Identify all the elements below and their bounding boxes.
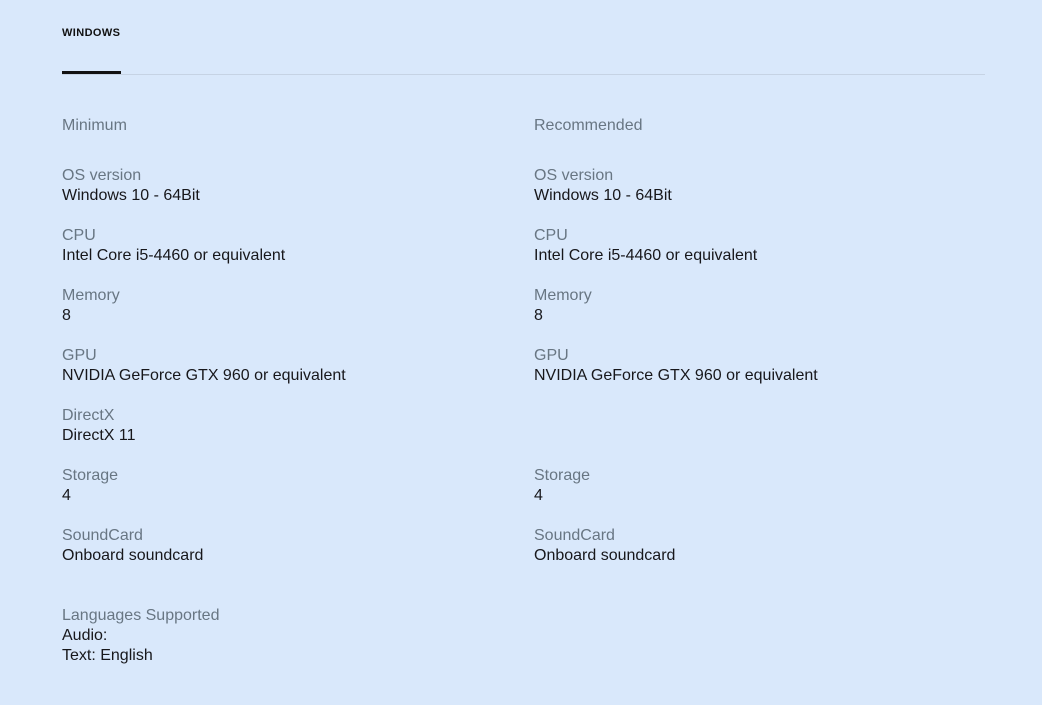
spec-label: OS version bbox=[62, 167, 142, 184]
spec-label: Storage bbox=[534, 467, 591, 484]
spec-label: GPU bbox=[62, 347, 97, 364]
spec-memory: Memory 8 bbox=[62, 286, 482, 346]
spec-value: 8 bbox=[62, 307, 71, 324]
spec-label: Storage bbox=[62, 467, 119, 484]
languages-supported: Languages Supported Audio: Text: English bbox=[62, 606, 462, 666]
spec-value: Onboard soundcard bbox=[62, 547, 204, 564]
spec-label: DirectX bbox=[62, 407, 115, 424]
spec-label: CPU bbox=[62, 227, 96, 244]
spec-os-version: OS version Windows 10 - 64Bit bbox=[534, 166, 954, 226]
spec-value: NVIDIA GeForce GTX 960 or equivalent bbox=[62, 367, 346, 384]
spec-gpu: GPU NVIDIA GeForce GTX 960 or equivalent bbox=[534, 346, 954, 406]
spec-label: CPU bbox=[534, 227, 568, 244]
spec-value: Intel Core i5-4460 or equivalent bbox=[534, 247, 758, 264]
spec-storage: Storage 4 bbox=[534, 466, 954, 526]
spec-soundcard: SoundCard Onboard soundcard bbox=[534, 526, 954, 586]
spec-value: 4 bbox=[62, 487, 71, 504]
minimum-requirements-column: Minimum OS version Windows 10 - 64Bit CP… bbox=[62, 116, 482, 586]
spec-label: SoundCard bbox=[534, 527, 615, 544]
spec-empty bbox=[534, 406, 954, 466]
spec-directx: DirectX DirectX 11 bbox=[62, 406, 482, 466]
spec-value: Windows 10 - 64Bit bbox=[534, 187, 672, 204]
spec-cpu: CPU Intel Core i5-4460 or equivalent bbox=[62, 226, 482, 286]
spec-value: Windows 10 - 64Bit bbox=[62, 187, 200, 204]
recommended-heading: Recommended bbox=[534, 117, 643, 134]
languages-text: Text: English bbox=[62, 647, 153, 664]
spec-label: Memory bbox=[534, 287, 592, 304]
spec-gpu: GPU NVIDIA GeForce GTX 960 or equivalent bbox=[62, 346, 482, 406]
spec-value: Intel Core i5-4460 or equivalent bbox=[62, 247, 286, 264]
tab-windows[interactable]: WINDOWS bbox=[62, 27, 121, 75]
spec-value: DirectX 11 bbox=[62, 427, 136, 444]
tab-windows-label: WINDOWS bbox=[62, 27, 121, 39]
minimum-heading: Minimum bbox=[62, 117, 127, 134]
spec-label: Memory bbox=[62, 287, 120, 304]
spec-storage: Storage 4 bbox=[62, 466, 482, 526]
platform-tabbar: WINDOWS bbox=[62, 0, 985, 75]
system-requirements-panel: WINDOWS Minimum OS version Windows 10 - … bbox=[0, 0, 1042, 705]
spec-label: GPU bbox=[534, 347, 569, 364]
spec-label: SoundCard bbox=[62, 527, 143, 544]
spec-cpu: CPU Intel Core i5-4460 or equivalent bbox=[534, 226, 954, 286]
spec-memory: Memory 8 bbox=[534, 286, 954, 346]
spec-soundcard: SoundCard Onboard soundcard bbox=[62, 526, 482, 586]
spec-label: OS version bbox=[534, 167, 614, 184]
languages-audio: Audio: bbox=[62, 627, 108, 644]
spec-value: Onboard soundcard bbox=[534, 547, 676, 564]
recommended-requirements-column: Recommended OS version Windows 10 - 64Bi… bbox=[534, 116, 954, 586]
tab-divider bbox=[62, 74, 985, 75]
spec-value: 8 bbox=[534, 307, 543, 324]
spec-os-version: OS version Windows 10 - 64Bit bbox=[62, 166, 482, 226]
spec-value: 4 bbox=[534, 487, 543, 504]
spec-value: NVIDIA GeForce GTX 960 or equivalent bbox=[534, 367, 818, 384]
languages-label: Languages Supported bbox=[62, 607, 220, 624]
